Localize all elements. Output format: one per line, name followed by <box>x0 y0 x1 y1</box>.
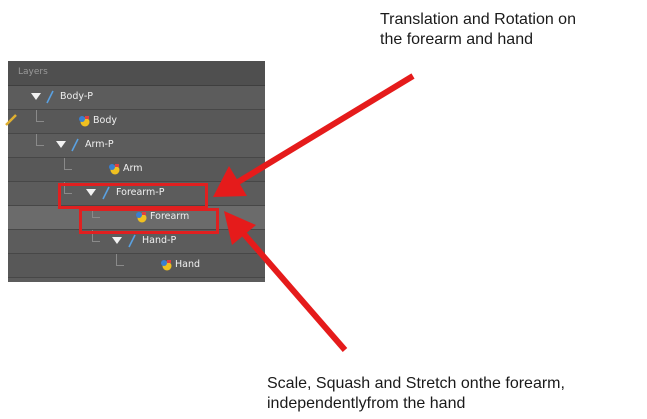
arrow-top <box>213 73 415 197</box>
annotation-bottom-line2: independentlyfrom the hand <box>267 395 466 412</box>
annotation-arrows <box>213 73 415 352</box>
annotation-bottom-line1: Scale, Squash and Stretch onthe forearm, <box>267 375 565 392</box>
arrow-bottom <box>224 211 348 352</box>
annotation-top-line1: Translation and Rotation on <box>380 11 576 28</box>
annotation-top-line2: the forearm and hand <box>380 31 533 48</box>
